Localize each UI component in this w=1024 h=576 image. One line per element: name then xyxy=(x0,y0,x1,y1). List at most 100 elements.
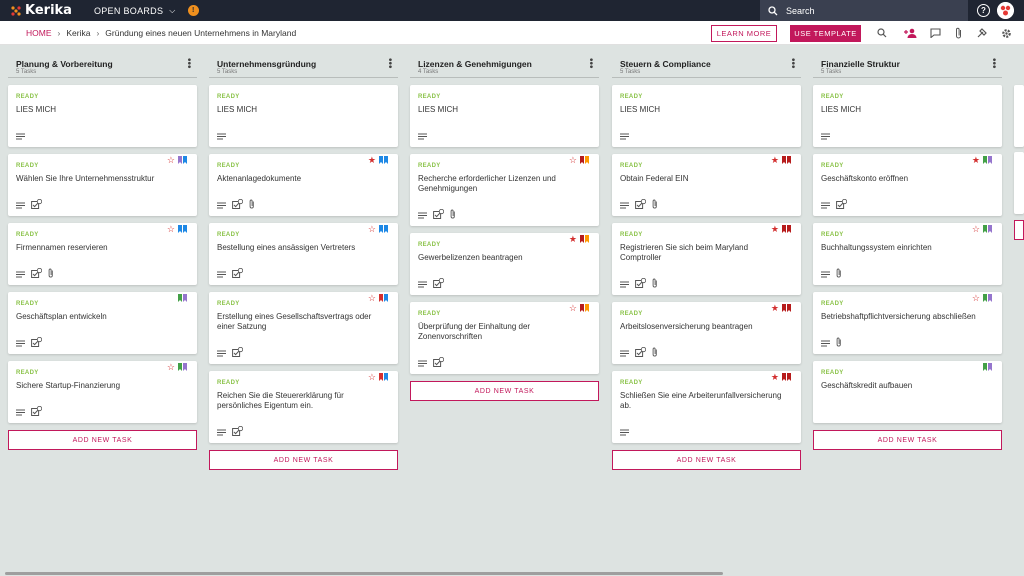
task-card[interactable]: READY Registrieren Sie sich beim Maryland… xyxy=(612,223,801,295)
task-card[interactable]: READY Betriebshaftpflichtversicherung abs… xyxy=(813,292,1002,354)
star-filled-icon[interactable]: ★ xyxy=(771,156,779,165)
notification-badge[interactable]: ! xyxy=(187,5,199,16)
task-card[interactable]: READY Gewerbelizenzen beantragen ★ xyxy=(410,233,599,295)
task-card[interactable]: READY LIES MICH xyxy=(8,85,197,147)
horizontal-scrollbar[interactable] xyxy=(0,571,1024,576)
task-icons xyxy=(418,127,433,145)
task-title: Geschäftsplan entwickeln xyxy=(16,312,107,321)
star-outline-icon[interactable]: ☆ xyxy=(972,294,980,303)
learn-more-button[interactable]: LEARN MORE xyxy=(711,25,777,42)
kerika-logo[interactable]: Kerika xyxy=(10,3,72,18)
column-title[interactable]: Finanzielle Struktur xyxy=(821,59,900,69)
open-boards-menu[interactable]: OPEN BOARDS ⌵ xyxy=(94,6,176,16)
star-filled-icon[interactable]: ★ xyxy=(569,235,577,244)
more-vertical-icon[interactable]: ••• xyxy=(988,58,999,69)
star-outline-icon[interactable]: ☆ xyxy=(368,373,376,382)
task-card[interactable]: READY LIES MICH xyxy=(813,85,1002,147)
task-card[interactable]: READY LIES MICH xyxy=(209,85,398,147)
column-title[interactable]: Steuern & Compliance xyxy=(620,59,711,69)
task-card[interactable]: READY Bestellung eines ansässigen Vertret… xyxy=(209,223,398,285)
task-card[interactable]: READY LIES MICH xyxy=(410,85,599,147)
more-vertical-icon[interactable]: ••• xyxy=(585,58,596,69)
star-outline-icon[interactable]: ☆ xyxy=(972,225,980,234)
use-template-button[interactable]: USE TEMPLATE xyxy=(790,25,861,42)
column-title[interactable]: Lizenzen & Genehmigungen xyxy=(418,59,532,69)
add-new-task-button[interactable]: ADD NEW TASK xyxy=(612,450,801,470)
tag-icon[interactable] xyxy=(975,26,989,40)
open-boards-label: OPEN BOARDS xyxy=(93,5,164,16)
task-card[interactable]: READY Recherche erforderlicher Lizenzen u… xyxy=(410,154,599,226)
star-outline-icon[interactable]: ☆ xyxy=(167,363,175,372)
task-flags: ☆ xyxy=(368,225,388,234)
tag-flag-icon xyxy=(988,363,992,371)
avatar[interactable] xyxy=(997,2,1014,19)
star-outline-icon[interactable]: ☆ xyxy=(569,156,577,165)
search-box[interactable]: Search xyxy=(760,0,968,21)
description-icon xyxy=(821,127,830,145)
task-icons xyxy=(217,344,249,362)
task-title: Geschäftskredit aufbauen xyxy=(821,381,913,390)
star-outline-icon[interactable]: ☆ xyxy=(569,304,577,313)
search-icon[interactable] xyxy=(875,26,889,40)
more-vertical-icon[interactable]: ••• xyxy=(787,58,798,69)
add-new-task-button[interactable]: ADD NEW TASK xyxy=(209,450,398,470)
board-column: Unternehmensgründung 5 Tasks ••• READY LIES … xyxy=(209,55,398,470)
task-card[interactable]: READY Geschäftskonto eröffnen ★ xyxy=(813,154,1002,216)
breadcrumb-kerika[interactable]: Kerika xyxy=(66,28,90,38)
checklist-icon xyxy=(31,196,43,214)
breadcrumb-home[interactable]: HOME xyxy=(26,28,52,38)
checklist-icon xyxy=(232,344,244,362)
task-card[interactable]: READY Firmennamen reservieren ☆ xyxy=(8,223,197,285)
task-card[interactable]: READY Reichen Sie die Steuererklärung für… xyxy=(209,371,398,443)
column-title[interactable]: Unternehmensgründung xyxy=(217,59,316,69)
star-outline-icon[interactable]: ☆ xyxy=(368,294,376,303)
task-card[interactable] xyxy=(1014,85,1024,147)
star-filled-icon[interactable]: ★ xyxy=(771,373,779,382)
task-card[interactable]: READY Obtain Federal EIN ★ xyxy=(612,154,801,216)
add-new-task-button[interactable]: ADD NEW TASK xyxy=(8,430,197,450)
task-icons xyxy=(217,423,249,441)
task-card[interactable]: READY Geschäftskredit aufbauen xyxy=(813,361,1002,423)
task-card[interactable]: READY Überprüfung der Einhaltung der Zone… xyxy=(410,302,599,374)
task-card[interactable]: READY Buchhaltungssystem einrichten ☆ xyxy=(813,223,1002,285)
task-card[interactable]: READY Sichere Startup-Finanzierung ☆ xyxy=(8,361,197,423)
task-card[interactable] xyxy=(1014,152,1024,214)
star-filled-icon[interactable]: ★ xyxy=(972,156,980,165)
tag-flag-icon xyxy=(580,304,584,312)
star-filled-icon[interactable]: ★ xyxy=(368,156,376,165)
star-filled-icon[interactable]: ★ xyxy=(771,304,779,313)
column-title[interactable]: Planung & Vorbereitung xyxy=(16,59,113,69)
add-person-icon[interactable] xyxy=(903,26,917,40)
more-vertical-icon[interactable]: ••• xyxy=(384,58,395,69)
task-icons xyxy=(620,275,664,293)
more-vertical-icon[interactable]: ••• xyxy=(183,58,194,69)
star-outline-icon[interactable]: ☆ xyxy=(167,156,175,165)
gear-icon[interactable] xyxy=(999,26,1013,40)
add-new-task-button[interactable]: ADD NEW TASK xyxy=(813,430,1002,450)
task-card[interactable]: READY Erstellung eines Gesellschaftsvertr… xyxy=(209,292,398,364)
help-icon[interactable]: ? xyxy=(977,4,990,17)
add-new-task-button[interactable]: ADD NEW TASK xyxy=(410,381,599,401)
task-card[interactable]: READY Arbeitslosenversicherung beantragen… xyxy=(612,302,801,364)
task-card[interactable]: READY Geschäftsplan entwickeln xyxy=(8,292,197,354)
chat-icon[interactable] xyxy=(928,26,942,40)
task-card[interactable]: READY Aktenanlagedokumente ★ xyxy=(209,154,398,216)
task-card[interactable]: READY Wählen Sie Ihre Unternehmensstruktu… xyxy=(8,154,197,216)
star-filled-icon[interactable]: ★ xyxy=(771,225,779,234)
task-status: READY xyxy=(16,94,39,100)
task-card[interactable]: READY LIES MICH xyxy=(612,85,801,147)
task-flags: ★ xyxy=(972,156,992,165)
task-title: Firmennamen reservieren xyxy=(16,243,108,252)
attachment-icon[interactable] xyxy=(952,26,966,40)
task-status: READY xyxy=(217,163,240,169)
task-flags: ★ xyxy=(771,225,791,234)
add-new-task-button[interactable] xyxy=(1014,220,1024,240)
scrollbar-thumb[interactable] xyxy=(5,572,723,575)
star-outline-icon[interactable]: ☆ xyxy=(368,225,376,234)
board-header: HOME › Kerika › Gründung eines neuen Unt… xyxy=(0,21,1024,45)
star-outline-icon[interactable]: ☆ xyxy=(167,225,175,234)
attachment-icon xyxy=(652,344,658,362)
task-card[interactable]: READY Schließen Sie eine Arbeiterunfallve… xyxy=(612,371,801,443)
task-status: READY xyxy=(16,301,39,307)
checklist-icon xyxy=(836,196,848,214)
